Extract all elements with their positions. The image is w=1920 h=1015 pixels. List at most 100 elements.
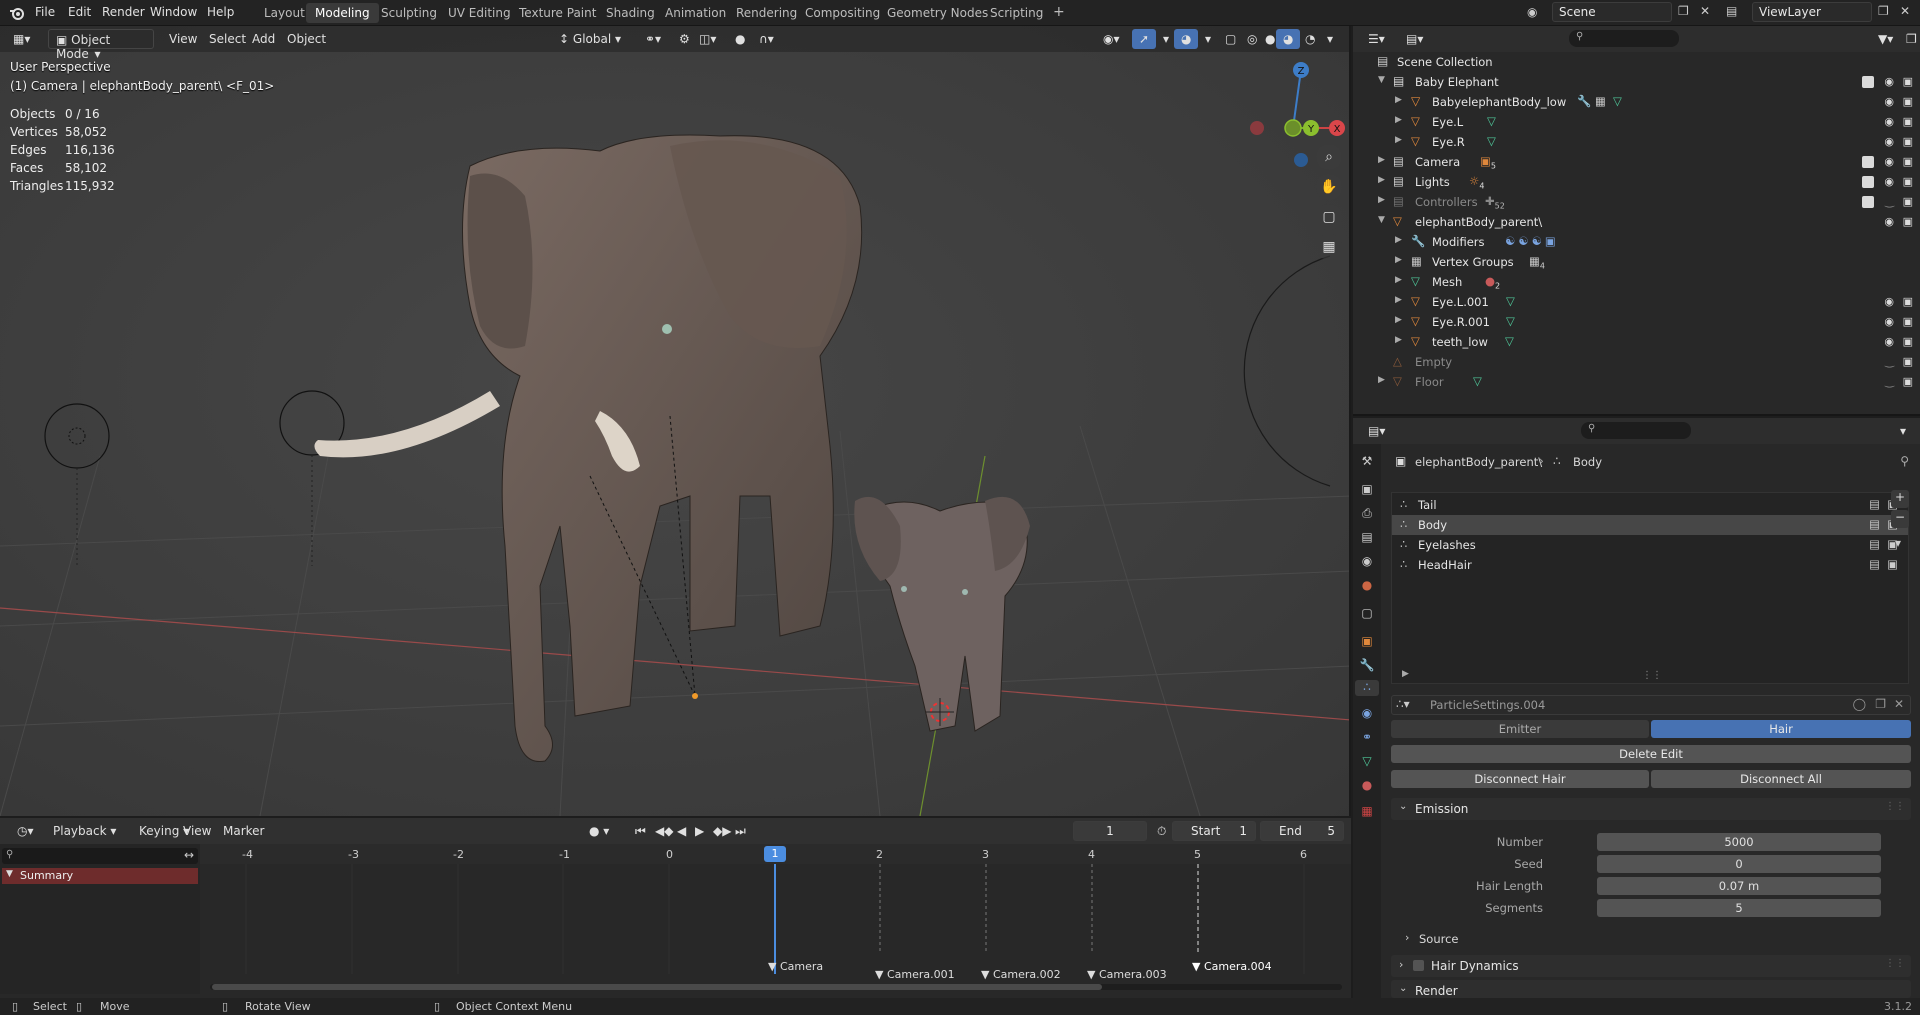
transform-orientation-dropdown[interactable]: ↕ Global ▾ [552, 29, 632, 49]
mesh-data-icon[interactable]: ▽ [1487, 134, 1496, 148]
outliner-row-floor[interactable]: ▶ ▽ Floor ▽ ‿ ▣ [1353, 372, 1920, 392]
expand-triangle-icon[interactable]: ▶ [1395, 255, 1402, 265]
type-emitter-tab[interactable]: Emitter [1391, 720, 1649, 738]
disconnect-all-button[interactable]: Disconnect All [1651, 770, 1911, 788]
properties-editor-type-icon[interactable]: ▤▾ [1361, 421, 1392, 441]
outliner-row-vertex-groups[interactable]: ▶ ▦ Vertex Groups ▦4 [1353, 252, 1920, 272]
light-object-icon[interactable]: ☼4 [1469, 174, 1484, 190]
source-subpanel-header[interactable]: › Source [1405, 930, 1705, 948]
list-item[interactable]: ∴ Eyelashes ▤ ▣ [1392, 535, 1908, 555]
render-camera-icon[interactable]: ▣ [1903, 175, 1913, 188]
render-tab-icon[interactable]: ▣ [1359, 482, 1375, 498]
swap-icon[interactable]: ↔ [184, 848, 194, 862]
menu-marker[interactable]: Marker [216, 821, 271, 841]
menu-timeline-view[interactable]: View [176, 821, 218, 841]
eye-icon[interactable]: ◉ [1884, 295, 1894, 308]
collection-exclude-checkbox[interactable] [1862, 76, 1874, 88]
outliner-row-eye-l-001[interactable]: ▶ ▽ Eye.L.001 ▽ ◉ ▣ [1353, 292, 1920, 312]
scene-tab-icon[interactable]: ◉ [1359, 554, 1375, 570]
delete-scene-icon[interactable]: ✕ [1700, 4, 1710, 18]
eye-closed-icon[interactable]: ‿ [1885, 195, 1894, 208]
pan-hand-icon[interactable]: ✋ [1316, 174, 1342, 200]
disconnect-hair-button[interactable]: Disconnect Hair [1391, 770, 1649, 788]
eye-icon[interactable]: ◉ [1884, 75, 1894, 88]
modifier-type-icons[interactable]: ☯☯☯▣ [1505, 234, 1559, 248]
viewport-display-icon[interactable]: ▤ [1869, 517, 1880, 531]
render-camera-icon[interactable]: ▣ [1903, 355, 1913, 368]
properties-search-input[interactable]: ⚲ [1581, 422, 1691, 439]
new-view-layer-icon[interactable]: ❐ [1878, 4, 1889, 18]
data-tab-icon[interactable]: ▽ [1359, 754, 1375, 770]
menu-window[interactable]: Window [150, 5, 197, 19]
view-layer-selector[interactable]: ViewLayer [1752, 2, 1872, 22]
tab-texture-paint[interactable]: Texture Paint [510, 3, 605, 23]
outliner-row-eye-l[interactable]: ▶ ▽ Eye.L ▽ ◉ ▣ [1353, 112, 1920, 132]
list-resize-handle[interactable]: ⋮⋮ [1642, 670, 1662, 681]
timeline-scrollbar[interactable] [210, 984, 1342, 990]
expand-triangle-icon[interactable]: ▼ [1378, 75, 1385, 85]
outliner-row-babyelephantbody-low[interactable]: ▶ ▽ BabyelephantBody_low 🔧 ▦ ▽ ◉ ▣ [1353, 92, 1920, 112]
delete-view-layer-icon[interactable]: ✕ [1900, 4, 1910, 18]
eye-icon[interactable]: ◉ [1884, 315, 1894, 328]
snap-target-icon[interactable]: ◫▾ [692, 29, 723, 49]
mesh-data-icon[interactable]: ▽ [1505, 334, 1514, 348]
material-icon[interactable]: ●2 [1485, 274, 1500, 290]
render-camera-icon[interactable]: ▣ [1903, 315, 1913, 328]
tool-tab-icon[interactable]: ⚒ [1359, 454, 1375, 470]
seed-field[interactable]: 0 [1597, 855, 1881, 873]
particle-system-list[interactable]: ∴ Tail ▤ ▣ ∴ Body ▤ ▣ ∴ Eyelashes ▤ ▣ ∴ … [1391, 492, 1909, 684]
world-tab-icon[interactable]: ● [1359, 578, 1375, 594]
mesh-data-icon[interactable]: ▽ [1487, 114, 1496, 128]
filter-icon[interactable]: ▼▾ [1871, 29, 1900, 49]
tab-animation[interactable]: Animation [656, 3, 735, 23]
eye-icon[interactable]: ◉ [1884, 95, 1894, 108]
physics-tab-icon[interactable]: ◉ [1359, 706, 1375, 722]
outliner-row-eye-r[interactable]: ▶ ▽ Eye.R ▽ ◉ ▣ [1353, 132, 1920, 152]
type-hair-tab[interactable]: Hair [1651, 720, 1911, 738]
delete-edit-button[interactable]: Delete Edit [1391, 745, 1911, 763]
menu-edit[interactable]: Edit [68, 5, 91, 19]
current-frame-field[interactable]: 1 [1073, 821, 1147, 841]
tab-scripting[interactable]: Scripting [981, 3, 1052, 23]
render-camera-icon[interactable]: ▣ [1903, 135, 1913, 148]
overlay-dropdown-icon[interactable]: ▾ [1198, 29, 1218, 49]
outliner-row-eye-r-001[interactable]: ▶ ▽ Eye.R.001 ▽ ◉ ▣ [1353, 312, 1920, 332]
tab-layout[interactable]: Layout [255, 3, 314, 23]
marker-camera-003[interactable]: ▼ Camera.003 [1087, 968, 1167, 981]
tab-shading[interactable]: Shading [597, 3, 664, 23]
outliner-row-lights[interactable]: ▶ ▤ Lights ☼4 ◉ ▣ [1353, 172, 1920, 192]
render-camera-icon[interactable]: ▣ [1887, 557, 1898, 571]
list-filter-triangle-icon[interactable]: ▶ [1402, 669, 1409, 679]
timeline-editor-type-icon[interactable]: ◷▾ [10, 821, 41, 841]
add-particle-system-button[interactable]: + [1891, 490, 1909, 508]
collection-exclude-checkbox[interactable] [1862, 176, 1874, 188]
tab-compositing[interactable]: Compositing [796, 3, 889, 23]
ortho-grid-icon[interactable]: ▦ [1316, 234, 1342, 260]
outliner[interactable]: ☰▾ ▤▾ ⚲ ▼▾ ❐ ▤ Scene Collection ▼ ▤ Baby… [1353, 26, 1920, 416]
list-menu-chevron-icon[interactable]: ▾ [1895, 536, 1901, 550]
particles-tab-icon[interactable]: ∴ [1355, 680, 1379, 696]
pivot-point-icon[interactable]: ⚭▾ [638, 29, 668, 49]
end-frame-field[interactable]: End 5 [1260, 821, 1344, 841]
camera-object-icon[interactable]: ▣5 [1480, 154, 1496, 170]
shading-dropdown-icon[interactable]: ▾ [1320, 29, 1340, 49]
viewport-display-icon[interactable]: ▤ [1869, 497, 1880, 511]
list-item[interactable]: ∴ Body ▤ ▣ [1392, 515, 1908, 535]
eye-icon[interactable]: ◉ [1884, 155, 1894, 168]
mesh-data-icon[interactable]: ▽ [1473, 374, 1482, 388]
gizmo-toggle-icon[interactable]: ➚ [1132, 29, 1157, 49]
eye-icon[interactable]: ◉ [1884, 335, 1894, 348]
material-tab-icon[interactable]: ● [1359, 778, 1375, 794]
properties-editor[interactable]: ▤▾ ⚲ ▾ ⚒ ▣ ⎙ ▤ ◉ ● ▢ ▣ 🔧 ∴ ◉ ⚭ ▽ ● ▦ ▣ e… [1353, 418, 1920, 998]
scene-selector[interactable]: Scene [1552, 2, 1672, 22]
menu-help[interactable]: Help [207, 5, 234, 19]
expand-triangle-icon[interactable]: ▶ [1395, 275, 1402, 285]
render-camera-icon[interactable]: ▣ [1903, 155, 1913, 168]
overlay-toggle-icon[interactable]: ◕ [1174, 29, 1199, 49]
marker-camera-002[interactable]: ▼ Camera.002 [981, 968, 1061, 981]
render-camera-icon[interactable]: ▣ [1903, 195, 1913, 208]
options-chevron-icon[interactable]: ▾ [1893, 421, 1913, 441]
menu-file[interactable]: File [35, 5, 55, 19]
outliner-row-baby-elephant[interactable]: ▼ ▤ Baby Elephant ◉ ▣ [1353, 72, 1920, 92]
expand-triangle-icon[interactable]: ▶ [1395, 115, 1402, 125]
